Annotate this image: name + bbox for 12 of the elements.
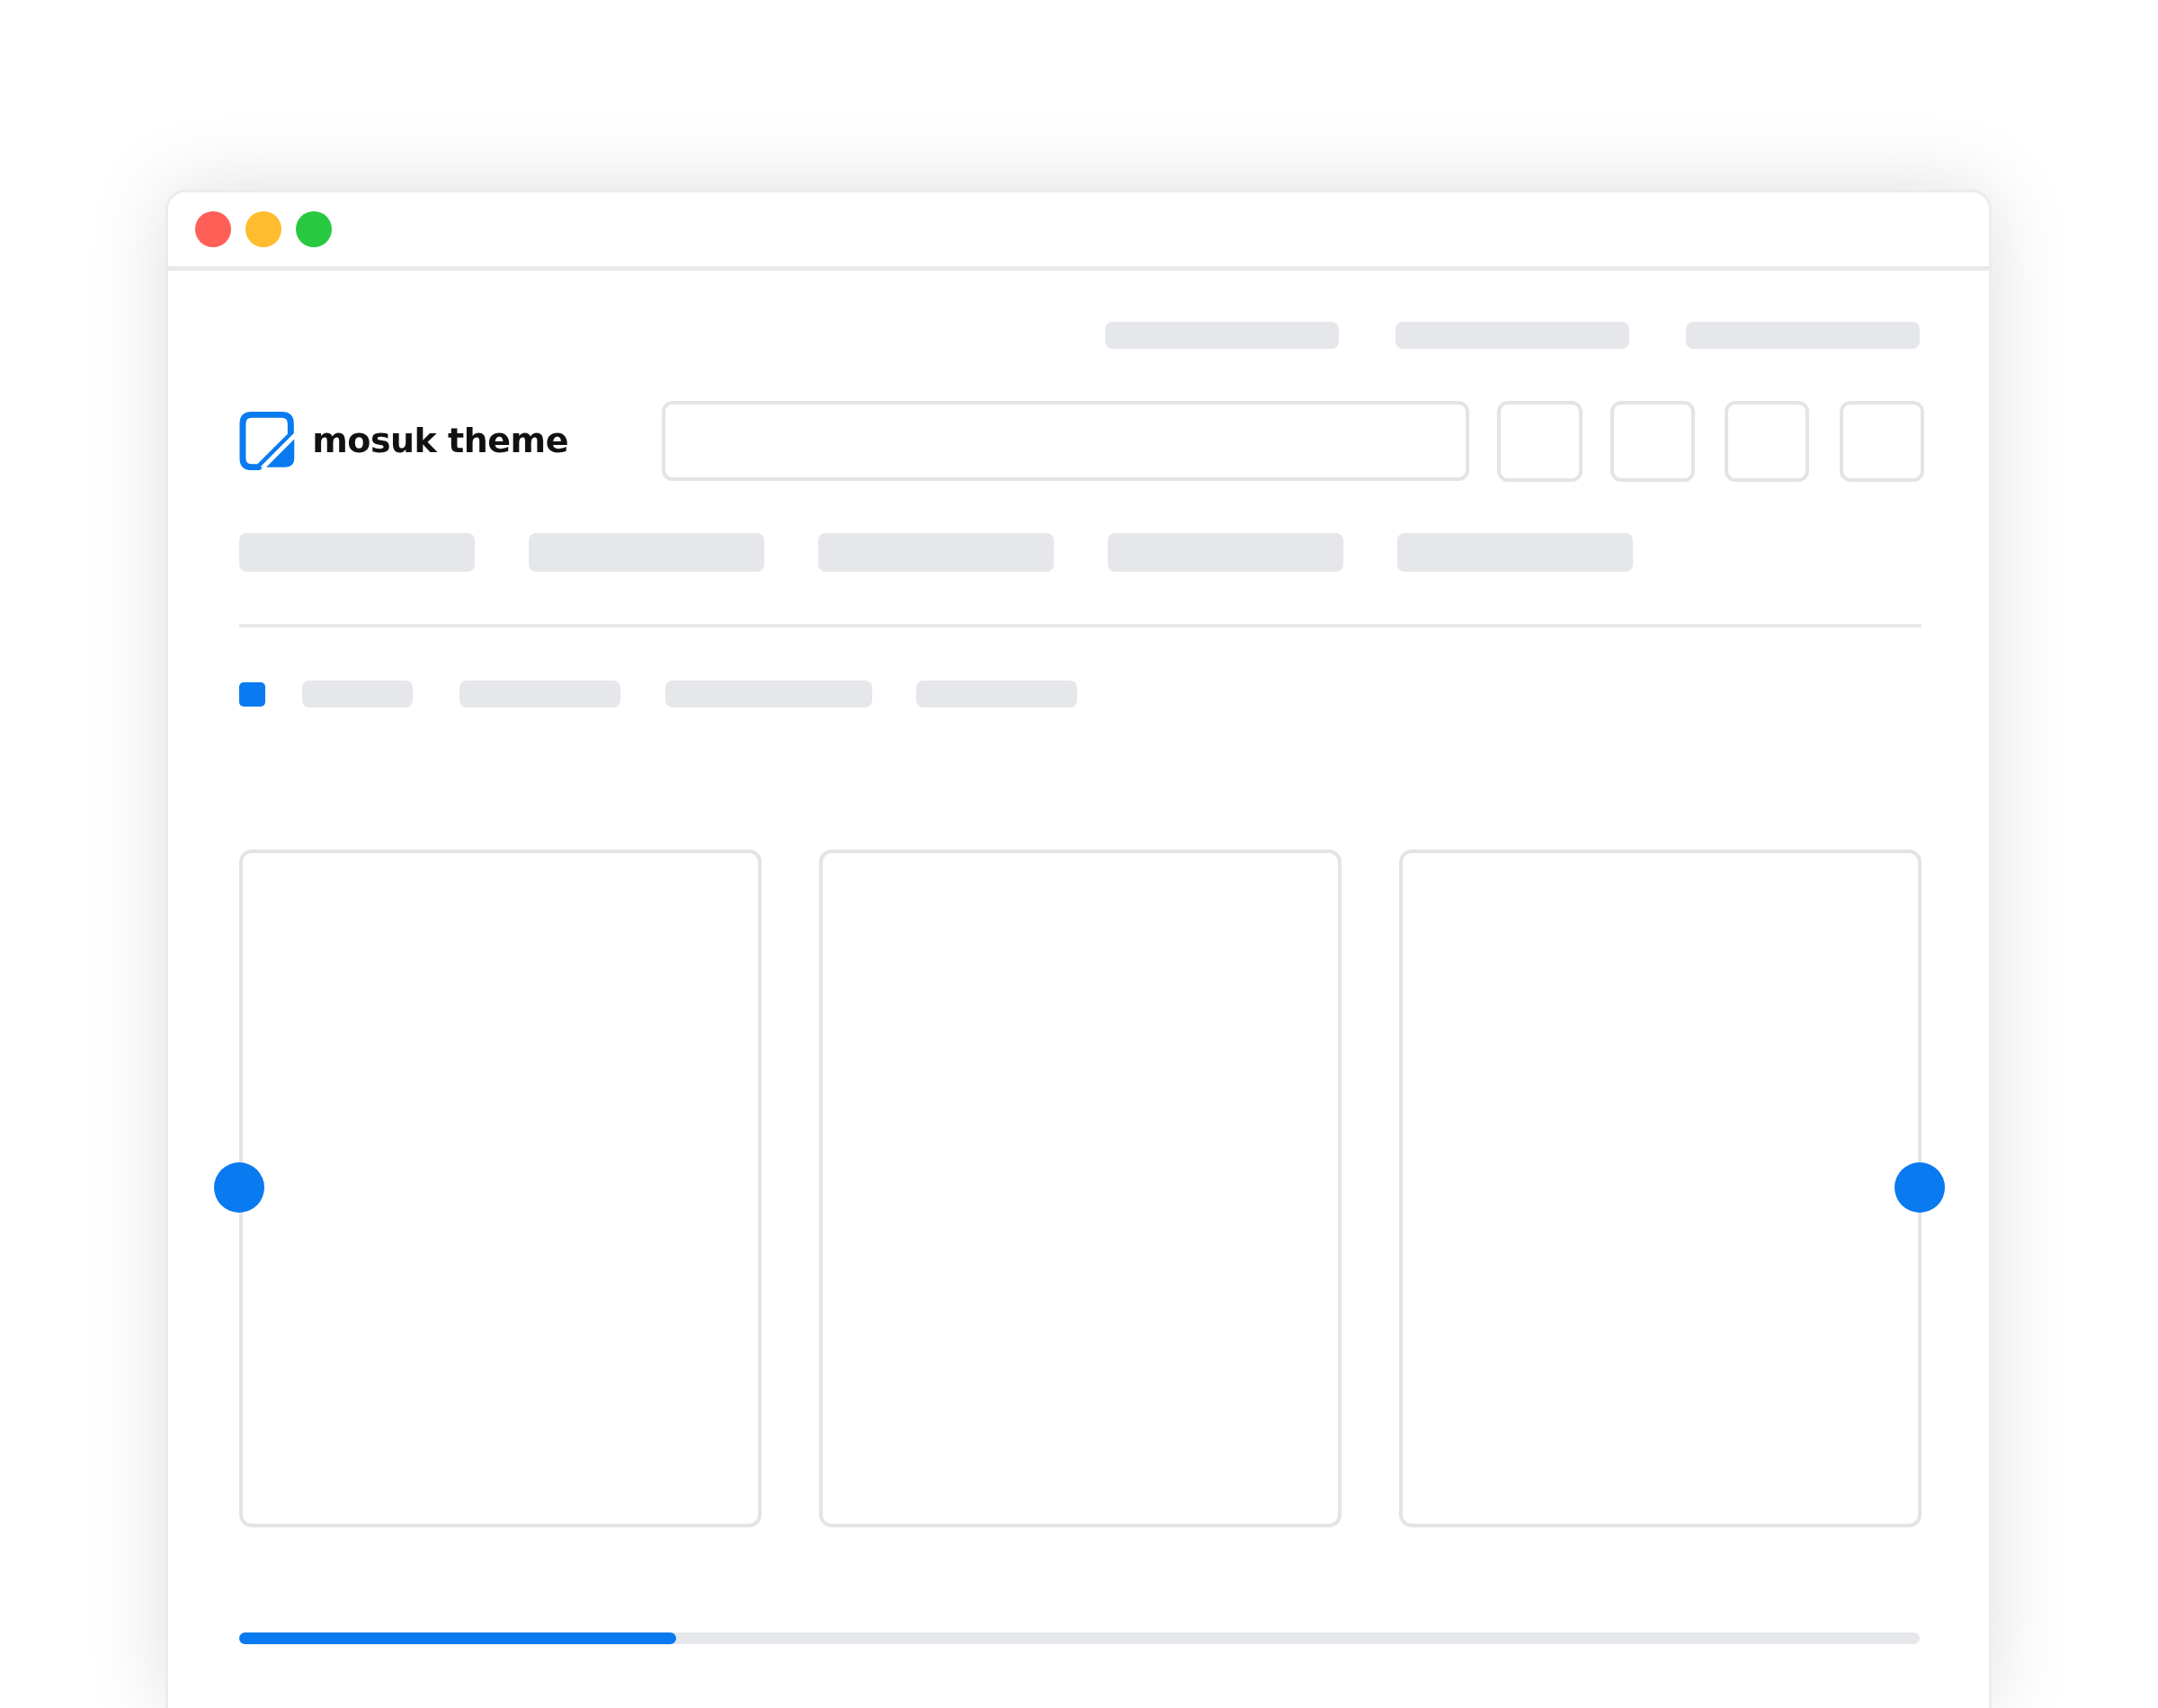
square-button[interactable] [1610,400,1695,482]
square-button[interactable] [1497,400,1583,482]
home-icon[interactable] [239,681,265,707]
next-button[interactable] [1895,1162,1945,1213]
previous-button[interactable] [214,1162,264,1213]
zoom-dot[interactable] [296,211,332,247]
logo-text: mosuk theme [312,420,568,462]
search-field[interactable] [661,401,1470,481]
square-button[interactable] [1724,400,1809,482]
close-dot[interactable] [195,211,231,247]
square-button[interactable] [1839,400,1924,482]
minimize-dot[interactable] [245,211,281,247]
